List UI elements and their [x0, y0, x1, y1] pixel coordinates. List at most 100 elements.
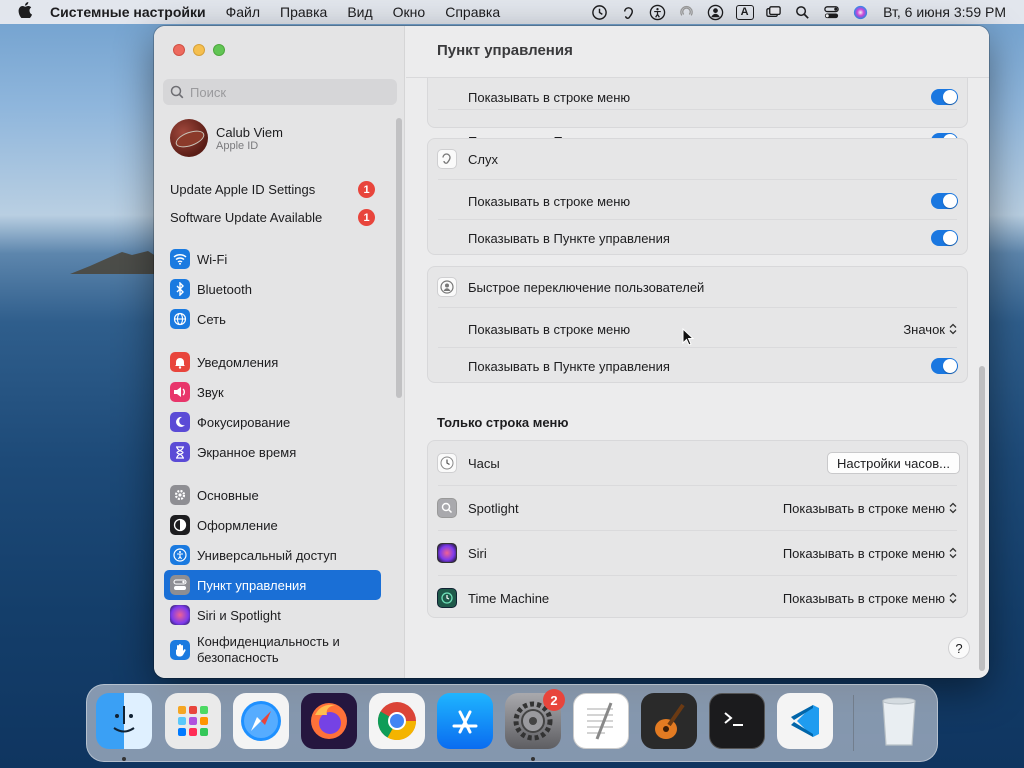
dock-vscode[interactable] — [777, 693, 833, 749]
sidebar-item-sound[interactable]: Звук — [164, 377, 381, 407]
sidebar-item-privacy[interactable]: Конфиденциальность и безопасность — [164, 632, 381, 668]
user-switch-status-icon[interactable] — [701, 0, 730, 24]
sidebar-item-siri-spotlight[interactable]: Siri и Spotlight — [164, 600, 381, 630]
dock-terminal[interactable] — [709, 693, 765, 749]
page-title: Пункт управления — [437, 42, 573, 59]
alert-badge: 1 — [358, 181, 375, 198]
popup-button[interactable]: Показывать в строке меню — [783, 591, 957, 606]
divider — [438, 530, 957, 531]
zoom-button[interactable] — [213, 44, 225, 56]
firefox-icon — [311, 703, 347, 739]
main-content: Пункт управления Показывать в строке мен… — [406, 26, 989, 678]
sidebar-item-label: Оформление — [197, 517, 278, 533]
apple-id-user[interactable]: Calub Viem Apple ID — [170, 119, 283, 157]
clock-icon — [437, 453, 457, 473]
control-center-icon[interactable] — [817, 0, 846, 24]
menu-clock[interactable]: Вт, 6 июня 3:59 PM — [875, 4, 1024, 20]
sidebar-item-focus[interactable]: Фокусирование — [164, 407, 381, 437]
dock-chrome[interactable] — [369, 693, 425, 749]
chevron-up-down-icon — [949, 502, 957, 514]
wifi-icon — [170, 249, 190, 269]
toggle-switch[interactable] — [931, 193, 958, 209]
sidebar-item-control-center[interactable]: Пункт управления — [164, 570, 381, 600]
sidebar: Calub Viem Apple ID Update Apple ID Sett… — [154, 26, 405, 678]
chevron-up-down-icon — [949, 592, 957, 604]
siri-icon[interactable] — [846, 0, 875, 24]
sidebar-item-screen-time[interactable]: Экранное время — [164, 437, 381, 467]
popup-button[interactable]: Значок — [903, 322, 957, 337]
hearing-status-icon[interactable] — [614, 0, 643, 24]
divider — [438, 347, 957, 348]
sidebar-item-general[interactable]: Основные — [164, 480, 381, 510]
sidebar-item-wifi[interactable]: Wi-Fi — [164, 244, 381, 274]
running-indicator — [122, 757, 126, 761]
toggle-switch[interactable] — [931, 230, 958, 246]
help-button[interactable]: ? — [948, 637, 970, 659]
apple-menu-icon[interactable] — [0, 2, 40, 22]
sidebar-item-accessibility[interactable]: Универсальный доступ — [164, 540, 381, 570]
alert-software-update[interactable]: Software Update Available 1 — [164, 202, 381, 232]
time-machine-status-icon[interactable] — [585, 0, 614, 24]
row-label: Часы — [468, 455, 500, 471]
spotlight-search-icon[interactable] — [788, 0, 817, 24]
trash-icon — [882, 697, 916, 746]
search-field[interactable] — [163, 79, 397, 105]
chevron-up-down-icon — [949, 547, 957, 559]
alert-update-apple-id[interactable]: Update Apple ID Settings 1 — [164, 174, 381, 204]
card-hearing: Слух Показывать в строке меню Показывать… — [427, 138, 968, 255]
popup-value: Показывать в строке меню — [782, 500, 945, 516]
row-show-in-control-center: Показывать в Пункте управления — [428, 356, 967, 376]
menu-file[interactable]: Файл — [216, 4, 270, 20]
input-source-icon[interactable]: A — [730, 0, 759, 24]
dock-safari[interactable] — [233, 693, 289, 749]
sidebar-item-network[interactable]: Сеть — [164, 304, 381, 334]
dock-app-store[interactable] — [437, 693, 493, 749]
menu-edit[interactable]: Правка — [270, 4, 337, 20]
content-scrollbar[interactable] — [979, 366, 985, 671]
safari-compass-icon — [241, 701, 281, 741]
appearance-icon — [170, 515, 190, 535]
sidebar-item-notifications[interactable]: Уведомления — [164, 347, 381, 377]
speaker-icon — [170, 382, 190, 402]
row-label: Показывать в Пункте управления — [468, 230, 670, 246]
divider — [438, 109, 957, 110]
chrome-icon — [377, 702, 417, 741]
dock-launchpad[interactable] — [165, 693, 221, 749]
card-title: Быстрое переключение пользователей — [468, 279, 705, 295]
close-button[interactable] — [173, 44, 185, 56]
menu-window[interactable]: Окно — [383, 4, 436, 20]
popup-button[interactable]: Показывать в строке меню — [783, 546, 957, 561]
siri-icon — [170, 605, 190, 625]
avatar — [170, 119, 208, 157]
sidebar-scrollbar[interactable] — [396, 118, 402, 398]
search-input[interactable] — [190, 84, 380, 100]
accessibility-status-icon[interactable] — [643, 0, 672, 24]
traffic-lights — [173, 44, 225, 56]
clock-settings-button[interactable]: Настройки часов... — [827, 452, 960, 474]
dock-finder[interactable] — [96, 693, 152, 749]
alert-label: Software Update Available — [170, 209, 323, 225]
airdrop-status-icon[interactable] — [672, 0, 701, 24]
dock-textedit[interactable] — [573, 693, 629, 749]
popup-button[interactable]: Показывать в строке меню — [783, 501, 957, 516]
sidebar-item-appearance[interactable]: Оформление — [164, 510, 381, 540]
dock-firefox[interactable] — [301, 693, 357, 749]
dock-garageband[interactable] — [641, 693, 697, 749]
time-machine-icon — [437, 588, 457, 608]
row-spotlight: Spotlight Показывать в строке меню — [428, 496, 967, 520]
screen-mirroring-icon[interactable] — [759, 0, 788, 24]
menu-app-name[interactable]: Системные настройки — [40, 4, 216, 20]
menu-help[interactable]: Справка — [435, 4, 510, 20]
alert-label: Update Apple ID Settings — [170, 181, 316, 197]
toggle-switch[interactable] — [931, 89, 958, 105]
popup-value: Показывать в строке меню — [782, 590, 945, 606]
bluetooth-icon — [170, 279, 190, 299]
menu-view[interactable]: Вид — [337, 4, 382, 20]
minimize-button[interactable] — [193, 44, 205, 56]
dock-trash[interactable] — [871, 693, 927, 749]
card-title: Слух — [468, 151, 498, 167]
toggle-switch[interactable] — [931, 358, 958, 374]
search-icon — [437, 498, 457, 518]
sidebar-item-label: Сеть — [197, 311, 226, 327]
sidebar-item-bluetooth[interactable]: Bluetooth — [164, 274, 381, 304]
